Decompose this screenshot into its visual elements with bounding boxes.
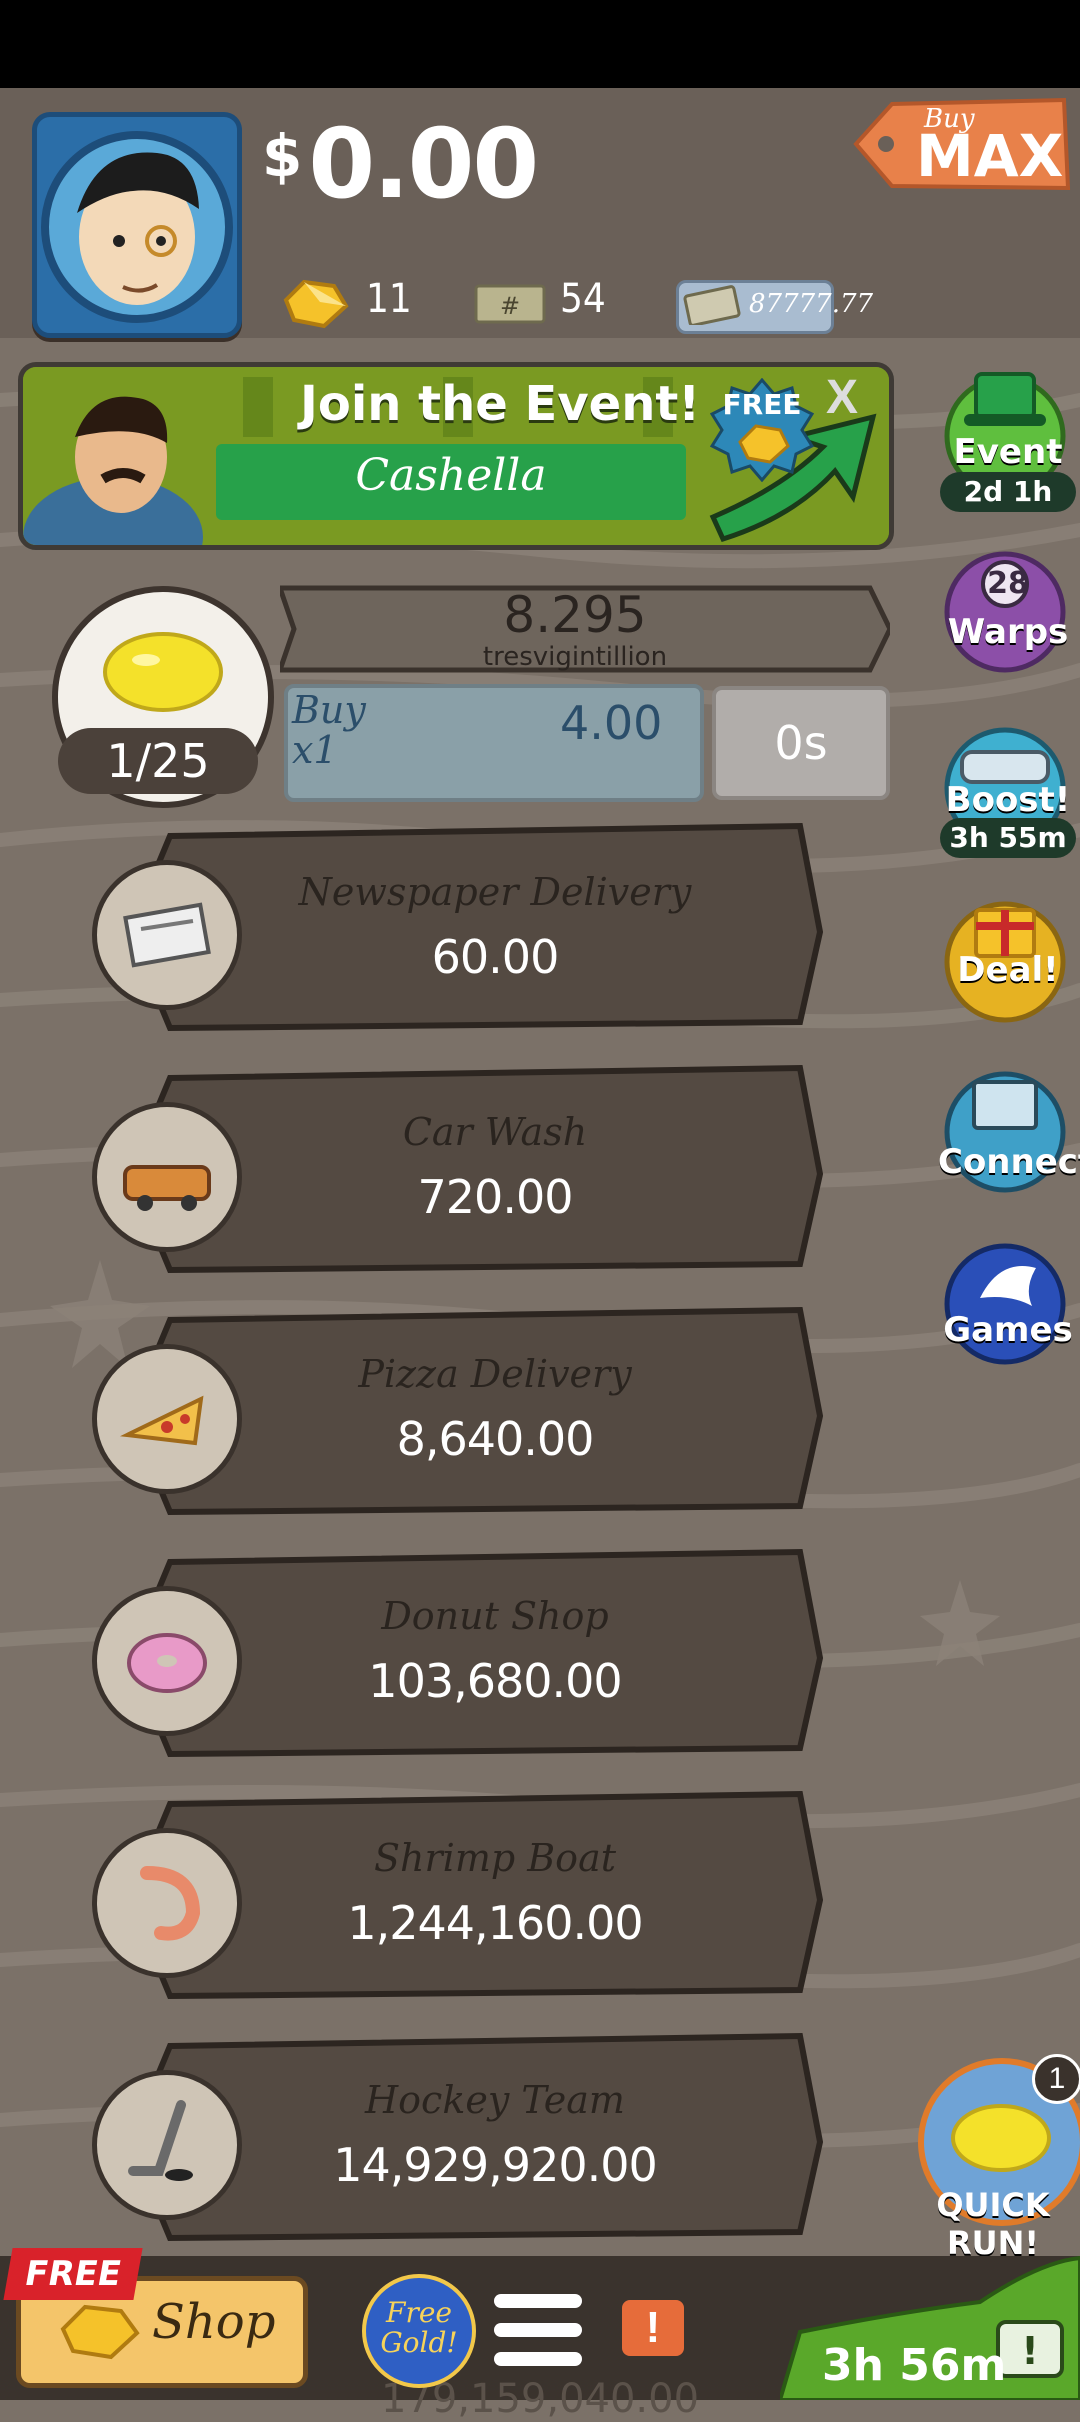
- business-price: 60.00: [431, 930, 560, 984]
- games-side-label: Games: [943, 1310, 1073, 1350]
- angel-investor-portrait: [41, 131, 233, 323]
- shop-label: Shop: [152, 2294, 276, 2350]
- tv-ad-timer: 3h 56m: [822, 2340, 1007, 2391]
- hockey-icon: [92, 2070, 242, 2220]
- megaticket-value: 87777.77: [749, 289, 874, 319]
- status-bar: [0, 0, 1080, 88]
- business-name: Shrimp Boat: [374, 1836, 616, 1880]
- connect-side-label: Connect: [938, 1142, 1080, 1182]
- megaticket-icon: [683, 285, 741, 325]
- business-name: Pizza Delivery: [358, 1352, 632, 1396]
- gold-count: 11: [366, 276, 412, 322]
- warps-count: 28: [987, 566, 1029, 601]
- business-price: 14,929,920.00: [333, 2138, 658, 2192]
- lemonade-buy-price: 4.00: [560, 696, 663, 750]
- business-price: 8,640.00: [396, 1412, 595, 1466]
- lemonade-profit-unit: tresvigintillion: [482, 642, 668, 672]
- svg-text:!: !: [1021, 2329, 1038, 2373]
- event-side-label: Event: [953, 432, 1063, 472]
- megabucks-count: 54: [560, 276, 606, 322]
- megaticket-counter[interactable]: 87777.77: [676, 280, 873, 334]
- business-name: Newspaper Delivery: [298, 870, 692, 914]
- business-name: Hockey Team: [365, 2078, 625, 2122]
- business-price: 103,680.00: [368, 1654, 622, 1708]
- event-side-timer: 2d 1h: [940, 472, 1076, 512]
- free-label: FREE: [722, 388, 802, 421]
- lemonade-timer: 0s: [712, 686, 890, 800]
- business-name: Car Wash: [402, 1110, 588, 1154]
- boost-side-label: Boost!: [945, 780, 1071, 820]
- free-gold-button[interactable]: Free Gold!: [362, 2274, 476, 2388]
- player-avatar[interactable]: [32, 112, 242, 338]
- shop-free-tag: FREE: [3, 2248, 143, 2300]
- cash-amount: 0.00: [308, 108, 539, 220]
- free-gold-line2: Gold!: [380, 2326, 458, 2359]
- buy-label: Buy x1: [292, 690, 366, 770]
- close-event-button[interactable]: X: [826, 370, 858, 425]
- buy-multiplier: x1: [292, 728, 338, 772]
- free-gold-badge[interactable]: FREE: [709, 377, 815, 483]
- gold-icon: [283, 279, 349, 329]
- warps-side-label: Warps: [947, 612, 1069, 652]
- deal-side-label: Deal!: [957, 950, 1059, 990]
- lemonade-profit: 8.295: [503, 586, 647, 644]
- cash-display: $0.00: [262, 108, 539, 220]
- free-gold-line1: Free: [386, 2296, 452, 2329]
- donut-icon: [92, 1586, 242, 1736]
- quick-run-badge: 1: [1032, 2054, 1080, 2104]
- pizza-icon: [92, 1344, 242, 1494]
- gold-icon: [60, 2304, 140, 2360]
- lemonade-owned: 1/25: [58, 728, 258, 794]
- boost-side-timer: 3h 55m: [940, 818, 1076, 858]
- business-price: 720.00: [417, 1170, 574, 1224]
- alert-button[interactable]: !: [622, 2300, 684, 2356]
- buy-max-button[interactable]: Buy MAX: [852, 96, 1072, 192]
- business-price: 1,244,160.00: [347, 1896, 643, 1950]
- event-name: Cashella: [355, 450, 547, 501]
- car-icon: [92, 1102, 242, 1252]
- svg-text:#: #: [500, 292, 520, 320]
- megabucks-icon: #: [474, 284, 546, 324]
- currency-symbol: $: [262, 122, 302, 190]
- shrimp-icon: [92, 1828, 242, 1978]
- menu-icon[interactable]: [492, 2290, 584, 2370]
- lemon-icon: [103, 632, 223, 712]
- buy-max-label: MAX: [916, 122, 1064, 190]
- newspaper-icon: [92, 860, 242, 1010]
- event-title: Join the Event!: [300, 376, 701, 432]
- buy-text: Buy: [292, 688, 366, 732]
- lemon-icon: [951, 2104, 1051, 2172]
- business-name: Donut Shop: [381, 1594, 609, 1638]
- quick-run-label: QUICK RUN!: [936, 2186, 1050, 2262]
